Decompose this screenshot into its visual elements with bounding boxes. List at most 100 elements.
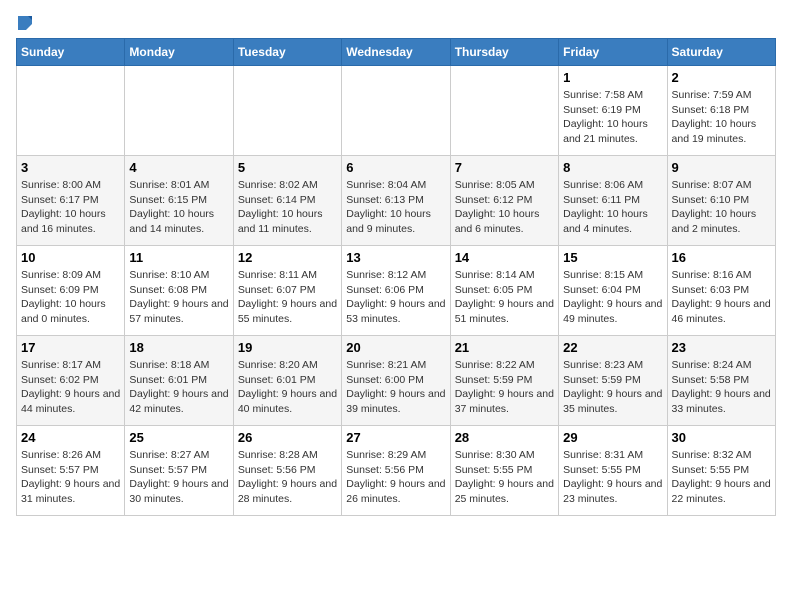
calendar-cell: 24 Sunrise: 8:26 AM Sunset: 5:57 PM Dayli…: [17, 426, 125, 516]
calendar-cell: 14 Sunrise: 8:14 AM Sunset: 6:05 PM Dayli…: [450, 246, 558, 336]
calendar-cell: 12 Sunrise: 8:11 AM Sunset: 6:07 PM Dayli…: [233, 246, 341, 336]
day-info: Sunrise: 8:32 AM Sunset: 5:55 PM Dayligh…: [672, 448, 771, 507]
day-number: 16: [672, 250, 771, 265]
day-info: Sunrise: 8:20 AM Sunset: 6:01 PM Dayligh…: [238, 358, 337, 417]
logo-arrow-icon: [18, 16, 32, 30]
calendar-body: 1 Sunrise: 7:58 AM Sunset: 6:19 PM Daylig…: [17, 66, 776, 516]
day-info: Sunrise: 8:26 AM Sunset: 5:57 PM Dayligh…: [21, 448, 120, 507]
day-number: 26: [238, 430, 337, 445]
day-number: 24: [21, 430, 120, 445]
weekday-header-wednesday: Wednesday: [342, 39, 450, 66]
day-number: 8: [563, 160, 662, 175]
calendar-cell: 18 Sunrise: 8:18 AM Sunset: 6:01 PM Dayli…: [125, 336, 233, 426]
day-info: Sunrise: 8:09 AM Sunset: 6:09 PM Dayligh…: [21, 268, 120, 327]
calendar-cell: 2 Sunrise: 7:59 AM Sunset: 6:18 PM Daylig…: [667, 66, 775, 156]
day-number: 13: [346, 250, 445, 265]
calendar-cell: 9Sunrise: 8:07 AM Sunset: 6:10 PM Daylig…: [667, 156, 775, 246]
weekday-header-thursday: Thursday: [450, 39, 558, 66]
day-info: Sunrise: 8:12 AM Sunset: 6:06 PM Dayligh…: [346, 268, 445, 327]
day-info: Sunrise: 8:02 AM Sunset: 6:14 PM Dayligh…: [238, 178, 337, 237]
day-number: 25: [129, 430, 228, 445]
calendar-cell: 29 Sunrise: 8:31 AM Sunset: 5:55 PM Dayli…: [559, 426, 667, 516]
day-info: Sunrise: 7:58 AM Sunset: 6:19 PM Dayligh…: [563, 88, 662, 147]
calendar-cell: 1 Sunrise: 7:58 AM Sunset: 6:19 PM Daylig…: [559, 66, 667, 156]
day-number: 20: [346, 340, 445, 355]
day-number: 23: [672, 340, 771, 355]
calendar-table: SundayMondayTuesdayWednesdayThursdayFrid…: [16, 38, 776, 516]
day-info: Sunrise: 8:16 AM Sunset: 6:03 PM Dayligh…: [672, 268, 771, 327]
week-row-4: 24 Sunrise: 8:26 AM Sunset: 5:57 PM Dayli…: [17, 426, 776, 516]
day-info: Sunrise: 8:15 AM Sunset: 6:04 PM Dayligh…: [563, 268, 662, 327]
calendar-cell: 15 Sunrise: 8:15 AM Sunset: 6:04 PM Dayli…: [559, 246, 667, 336]
calendar-cell: 13 Sunrise: 8:12 AM Sunset: 6:06 PM Dayli…: [342, 246, 450, 336]
day-number: 2: [672, 70, 771, 85]
day-info: Sunrise: 8:21 AM Sunset: 6:00 PM Dayligh…: [346, 358, 445, 417]
calendar-cell: 28Sunrise: 8:30 AM Sunset: 5:55 PM Dayli…: [450, 426, 558, 516]
calendar-cell: [17, 66, 125, 156]
calendar-cell: 21 Sunrise: 8:22 AM Sunset: 5:59 PM Dayli…: [450, 336, 558, 426]
week-row-0: 1 Sunrise: 7:58 AM Sunset: 6:19 PM Daylig…: [17, 66, 776, 156]
calendar-cell: 17 Sunrise: 8:17 AM Sunset: 6:02 PM Dayli…: [17, 336, 125, 426]
day-info: Sunrise: 8:10 AM Sunset: 6:08 PM Dayligh…: [129, 268, 228, 327]
day-number: 15: [563, 250, 662, 265]
logo: [16, 16, 32, 30]
day-number: 30: [672, 430, 771, 445]
calendar-cell: 23 Sunrise: 8:24 AM Sunset: 5:58 PM Dayli…: [667, 336, 775, 426]
day-info: Sunrise: 8:24 AM Sunset: 5:58 PM Dayligh…: [672, 358, 771, 417]
day-number: 1: [563, 70, 662, 85]
calendar-cell: 22 Sunrise: 8:23 AM Sunset: 5:59 PM Dayli…: [559, 336, 667, 426]
day-info: Sunrise: 8:18 AM Sunset: 6:01 PM Dayligh…: [129, 358, 228, 417]
day-info: Sunrise: 8:04 AM Sunset: 6:13 PM Dayligh…: [346, 178, 445, 237]
calendar-cell: 25 Sunrise: 8:27 AM Sunset: 5:57 PM Dayli…: [125, 426, 233, 516]
calendar-cell: 3Sunrise: 8:00 AM Sunset: 6:17 PM Daylig…: [17, 156, 125, 246]
calendar-cell: 4Sunrise: 8:01 AM Sunset: 6:15 PM Daylig…: [125, 156, 233, 246]
day-number: 19: [238, 340, 337, 355]
day-number: 27: [346, 430, 445, 445]
day-info: Sunrise: 8:28 AM Sunset: 5:56 PM Dayligh…: [238, 448, 337, 507]
day-number: 21: [455, 340, 554, 355]
week-row-3: 17 Sunrise: 8:17 AM Sunset: 6:02 PM Dayli…: [17, 336, 776, 426]
day-info: Sunrise: 7:59 AM Sunset: 6:18 PM Dayligh…: [672, 88, 771, 147]
calendar-cell: 11Sunrise: 8:10 AM Sunset: 6:08 PM Dayli…: [125, 246, 233, 336]
day-info: Sunrise: 8:06 AM Sunset: 6:11 PM Dayligh…: [563, 178, 662, 237]
day-info: Sunrise: 8:29 AM Sunset: 5:56 PM Dayligh…: [346, 448, 445, 507]
day-info: Sunrise: 8:17 AM Sunset: 6:02 PM Dayligh…: [21, 358, 120, 417]
day-number: 4: [129, 160, 228, 175]
day-number: 6: [346, 160, 445, 175]
day-number: 3: [21, 160, 120, 175]
day-info: Sunrise: 8:31 AM Sunset: 5:55 PM Dayligh…: [563, 448, 662, 507]
calendar-cell: 20 Sunrise: 8:21 AM Sunset: 6:00 PM Dayli…: [342, 336, 450, 426]
calendar-cell: 8 Sunrise: 8:06 AM Sunset: 6:11 PM Daylig…: [559, 156, 667, 246]
day-info: Sunrise: 8:22 AM Sunset: 5:59 PM Dayligh…: [455, 358, 554, 417]
weekday-header-saturday: Saturday: [667, 39, 775, 66]
day-number: 14: [455, 250, 554, 265]
day-number: 12: [238, 250, 337, 265]
day-number: 5: [238, 160, 337, 175]
day-info: Sunrise: 8:14 AM Sunset: 6:05 PM Dayligh…: [455, 268, 554, 327]
day-info: Sunrise: 8:23 AM Sunset: 5:59 PM Dayligh…: [563, 358, 662, 417]
calendar-cell: 10Sunrise: 8:09 AM Sunset: 6:09 PM Dayli…: [17, 246, 125, 336]
calendar-cell: [125, 66, 233, 156]
page-header: [16, 16, 776, 30]
week-row-2: 10Sunrise: 8:09 AM Sunset: 6:09 PM Dayli…: [17, 246, 776, 336]
day-info: Sunrise: 8:27 AM Sunset: 5:57 PM Dayligh…: [129, 448, 228, 507]
weekday-header-monday: Monday: [125, 39, 233, 66]
day-number: 29: [563, 430, 662, 445]
calendar-cell: 27 Sunrise: 8:29 AM Sunset: 5:56 PM Dayli…: [342, 426, 450, 516]
calendar-cell: 6 Sunrise: 8:04 AM Sunset: 6:13 PM Daylig…: [342, 156, 450, 246]
day-info: Sunrise: 8:11 AM Sunset: 6:07 PM Dayligh…: [238, 268, 337, 327]
day-number: 22: [563, 340, 662, 355]
calendar-cell: [450, 66, 558, 156]
calendar-cell: 26 Sunrise: 8:28 AM Sunset: 5:56 PM Dayli…: [233, 426, 341, 516]
day-number: 17: [21, 340, 120, 355]
weekday-header-row: SundayMondayTuesdayWednesdayThursdayFrid…: [17, 39, 776, 66]
day-info: Sunrise: 8:05 AM Sunset: 6:12 PM Dayligh…: [455, 178, 554, 237]
calendar-cell: 5 Sunrise: 8:02 AM Sunset: 6:14 PM Daylig…: [233, 156, 341, 246]
calendar-cell: 30 Sunrise: 8:32 AM Sunset: 5:55 PM Dayli…: [667, 426, 775, 516]
day-number: 18: [129, 340, 228, 355]
day-number: 7: [455, 160, 554, 175]
week-row-1: 3Sunrise: 8:00 AM Sunset: 6:17 PM Daylig…: [17, 156, 776, 246]
calendar-cell: 16 Sunrise: 8:16 AM Sunset: 6:03 PM Dayli…: [667, 246, 775, 336]
weekday-header-friday: Friday: [559, 39, 667, 66]
day-number: 28: [455, 430, 554, 445]
